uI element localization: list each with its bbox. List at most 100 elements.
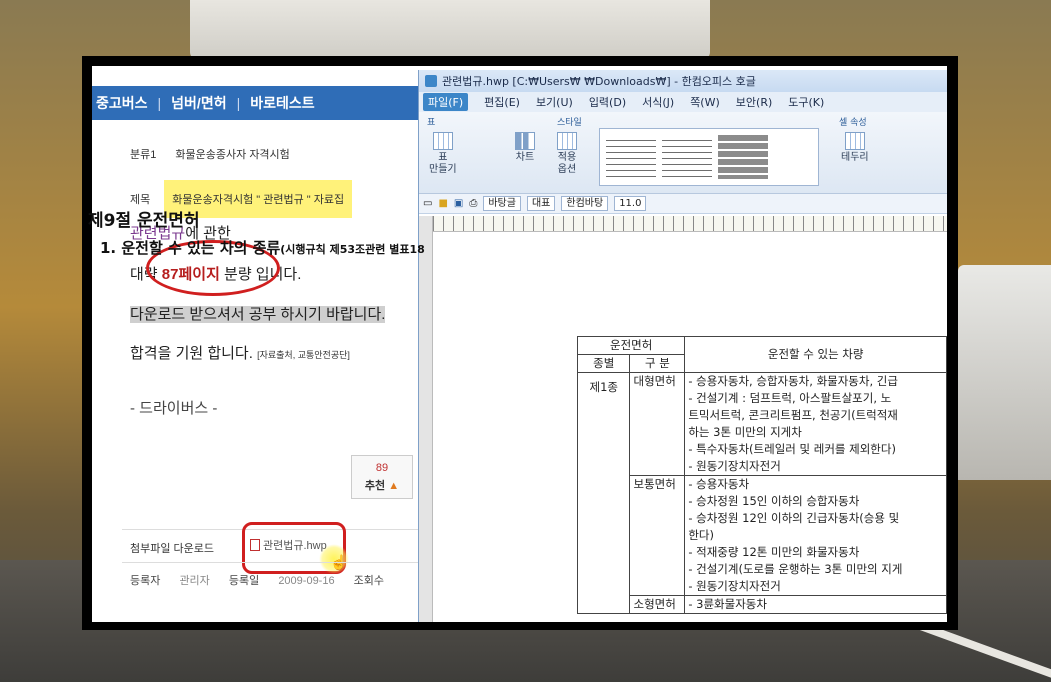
vertical-ruler (419, 216, 433, 622)
table-header: 운전면허 (577, 336, 686, 355)
border-button[interactable]: 테두리 (841, 132, 869, 164)
category-label: 분류1 (130, 149, 157, 161)
menu-edit[interactable]: 편집(E) (484, 94, 520, 110)
create-table-label-2: 만들기 (429, 164, 457, 175)
vehicle-line: 하는 3톤 미만의 지게차 (688, 425, 802, 439)
site-nav: 중고버스 | 넘버/면허 | 바로테스트 (92, 86, 419, 120)
apply-label: 적용 (557, 152, 577, 163)
menu-security[interactable]: 보안(R) (736, 94, 772, 110)
group-cell-label: 셀 속성 (839, 118, 867, 128)
post-line-3: 다운로드 받으셔서 공부 하시기 바랍니다. (130, 303, 386, 324)
thumbs-up-icon: ▲ (388, 480, 400, 492)
hwp-titlebar: 관련법규.hwp [C:₩Users₩ ₩Downloads₩] - 한컴오피스… (419, 70, 947, 92)
vehicle-line: - 적재중량 12톤 미만의 화물자동차 (688, 545, 860, 559)
font-size-select[interactable]: 11.0 (614, 196, 647, 211)
hwp-app-icon (425, 75, 437, 87)
author-label: 등록자 (130, 575, 161, 587)
group-table-label: 표 (427, 118, 436, 128)
author-value: 관리자 (179, 575, 210, 587)
date-value: 2009-09-16 (278, 575, 335, 587)
vehicle-line: - 건설기계(도로를 운행하는 3톤 미만의 지게 (688, 562, 903, 576)
category-value: 화물운송종사자 자격시험 (175, 149, 290, 161)
menu-page[interactable]: 쪽(W) (690, 94, 720, 110)
table-row: 운전면허 운전할 수 있는 차량 (577, 336, 947, 373)
table-icon (432, 132, 453, 150)
font-select[interactable]: 한컴바탕 (561, 196, 609, 211)
menu-file[interactable]: 파일(F) (423, 93, 469, 111)
vehicle-line: - 특수자동차(트레일러 및 레커를 제외한다) (688, 442, 896, 456)
table-row: 제1종 대형면허 - 승용자동차, 승합자동차, 화물자동차, 긴급 - 건설기… (577, 372, 947, 614)
open-folder-icon[interactable]: ■ (438, 198, 447, 209)
table-header: 구 분 (629, 354, 686, 373)
views-label: 조회수 (353, 575, 385, 587)
window-title: 관련법규.hwp [C:₩Users₩ ₩Downloads₩] - 한컴오피스… (442, 75, 756, 88)
table-row: 소형면허 - 3륜화물자동차 (578, 595, 947, 614)
save-icon[interactable]: ▣ (454, 198, 463, 209)
style-select[interactable]: 바탕글 (483, 196, 521, 211)
attach-label: 첨부파일 다운로드 (130, 543, 215, 555)
post-text: 합격을 기원 합니다. (130, 345, 253, 362)
border-label: 테두리 (841, 152, 869, 163)
post-meta: 등록자 관리자 등록일 2009-09-16 조회수 (130, 572, 400, 588)
style-thumb[interactable] (718, 135, 768, 179)
doc-heading-2-text: 1. 운전할 수 있는 차의 종류 (100, 239, 281, 257)
license-table: 운전면허 운전할 수 있는 차량 종별 구 분 제1종 대형면허 - 승용자동차… (577, 336, 947, 614)
table-cell-type: 대형면허 (629, 372, 686, 476)
new-doc-icon[interactable]: ▭ (423, 198, 432, 209)
chart-label: 차트 (515, 152, 535, 163)
create-table-button[interactable]: 표 만들기 (429, 132, 457, 176)
table-cell-type: 소형면허 (629, 595, 686, 614)
style-thumb[interactable] (662, 135, 712, 179)
print-icon[interactable]: ⎙ (469, 198, 477, 209)
doc-heading-2-note: (시행규칙 제53조관련 별표18 (280, 243, 425, 256)
menu-insert[interactable]: 입력(D) (589, 94, 626, 110)
vehicle-line: - 건설기계 : 덤프트럭, 아스팔트살포기, 노 (688, 391, 892, 405)
doc-heading-2: 1. 운전할 수 있는 차의 종류(시행규칙 제53조관련 별표18 (100, 237, 425, 258)
category-row: 분류1 화물운송종사자 자격시험 (130, 146, 290, 162)
vehicle-line: - 3륜화물자동차 (688, 597, 767, 611)
table-row: 보통면허 - 승용자동차 - 승차정원 15인 이하의 승합자동차 - 승차정원… (578, 475, 947, 596)
selected-text: 다운로드 받으셔서 공부 하시기 바랍니다. (130, 306, 386, 323)
paragraph-select[interactable]: 대표 (526, 196, 556, 211)
vehicle-line: - 승차정원 12인 이하의 긴급자동차(승용 및 (688, 511, 900, 525)
subject-label: 제목 (130, 194, 151, 206)
table-header: 운전할 수 있는 차량 (684, 336, 947, 373)
style-thumb[interactable] (606, 135, 656, 179)
nav-separator: | (236, 95, 241, 111)
menu-format[interactable]: 서식(J) (642, 94, 674, 110)
recommend-button[interactable]: 89 추천 ▲ (351, 455, 413, 499)
apply-options-button[interactable]: 적용 옵션 (557, 132, 577, 176)
apply-label-2: 옵션 (557, 164, 577, 175)
table-cell-vehicles: - 3륜화물자동차 (684, 595, 947, 614)
border-icon (844, 132, 865, 150)
horizontal-ruler[interactable] (433, 216, 947, 232)
divider (122, 562, 419, 563)
table-style-gallery[interactable] (599, 128, 819, 186)
vehicle-line: - 승용자동차 (688, 477, 750, 491)
chart-icon (515, 132, 535, 150)
table-cell-vehicles: - 승용자동차, 승합자동차, 화물자동차, 긴급 - 건설기계 : 덤프트럭,… (684, 372, 947, 476)
menu-view[interactable]: 보기(U) (536, 94, 573, 110)
nav-item-license[interactable]: 넘버/면허 (171, 93, 226, 113)
group-style-label: 스타일 (557, 118, 582, 128)
vehicle-line: - 승차정원 15인 이하의 승합자동차 (688, 494, 860, 508)
background-truck (958, 265, 1051, 480)
menu-tools[interactable]: 도구(K) (788, 94, 824, 110)
vehicle-line: 한다) (688, 528, 714, 542)
vehicle-line: - 원동기장치자전거 (688, 579, 781, 593)
chart-button[interactable]: 차트 (515, 132, 535, 164)
date-label: 등록일 (228, 575, 260, 587)
create-table-label: 표 (438, 152, 448, 163)
nav-item-used-bus[interactable]: 중고버스 (96, 93, 148, 113)
nav-separator: | (157, 95, 162, 111)
vehicle-line: 트믹서트럭, 콘크리트펌프, 천공기(트럭적재 (688, 408, 898, 422)
hwp-ribbon: 표 스타일 셀 속성 표 만들기 차트 적용 옵션 테두리 (419, 112, 947, 194)
doc-heading-1: 제9절 운전면허 (88, 211, 200, 231)
table-cell-class: 제1종 (577, 372, 631, 614)
hwp-menubar: 파일(F) 편집(E) 보기(U) 입력(D) 서식(J) 쪽(W) 보안(R)… (419, 92, 947, 112)
background-truck-cab (190, 0, 710, 60)
table-cell-vehicles: - 승용자동차 - 승차정원 15인 이하의 승합자동차 - 승차정원 12인 … (684, 475, 947, 596)
signature: - 드라이버스 - (130, 400, 218, 417)
table-header: 종별 (577, 354, 631, 373)
nav-item-quick-test[interactable]: 바로테스트 (250, 93, 314, 113)
